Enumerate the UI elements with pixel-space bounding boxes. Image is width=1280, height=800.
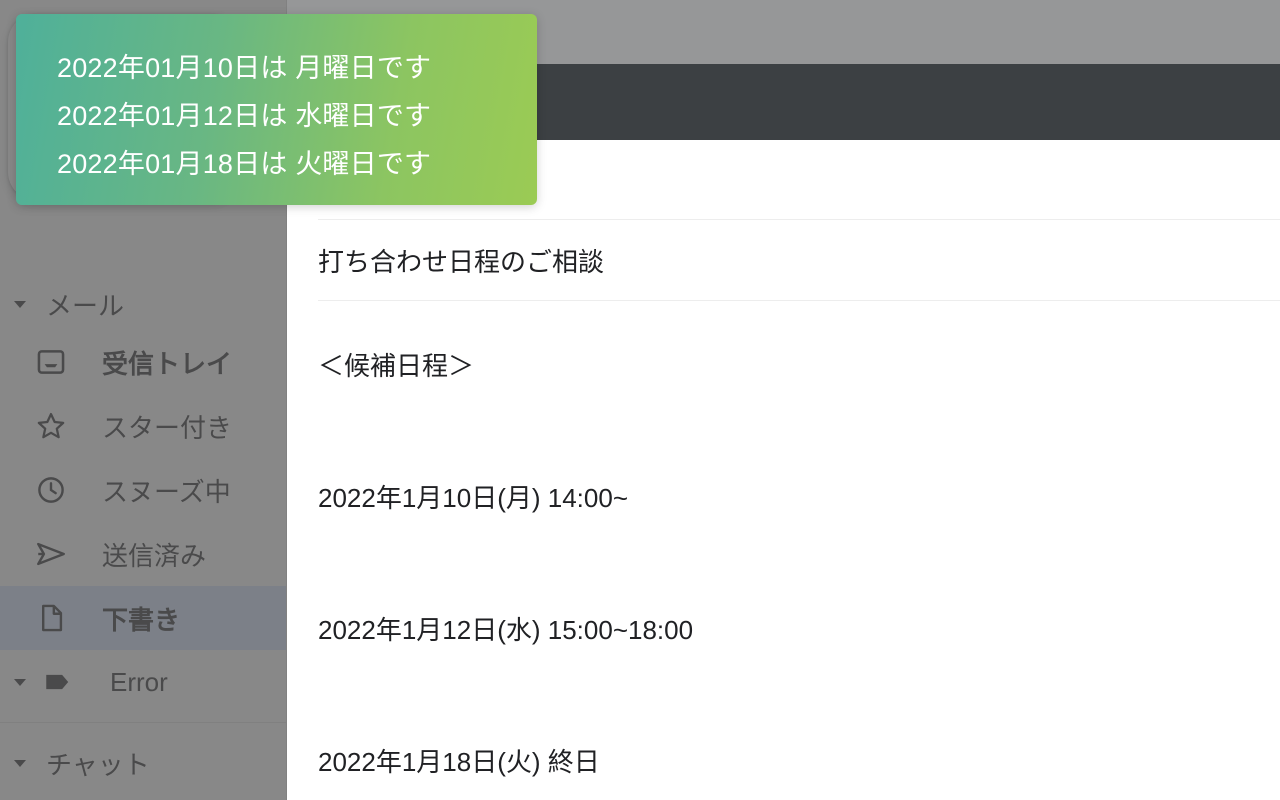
sidebar-item-label: 受信トレイ: [102, 348, 233, 379]
label-tag-icon: [42, 665, 76, 699]
overlay-line-3: 2022年01月18日は 火曜日です: [57, 149, 432, 179]
subject-value[interactable]: 打ち合わせ日程のご相談: [318, 242, 604, 279]
sidebar-item-label: 送信済み: [102, 540, 207, 571]
sidebar-item-label: スター付き: [102, 412, 233, 443]
overlay-line-1: 2022年01月10日は 月曜日です: [57, 53, 432, 83]
body-line-date-3: 2022年1月18日(火) 終日: [318, 747, 600, 777]
send-icon: [34, 537, 68, 571]
chat-section-label: チャット: [46, 749, 150, 780]
caret-down-icon[interactable]: [8, 670, 32, 694]
sidebar-item-label: スヌーズ中: [102, 476, 231, 507]
app-root: ました m 打ち合わせ日程のご相談 ＜候補日程＞ 2022年1月10日(月) 1…: [0, 0, 1280, 800]
sidebar-item-sent[interactable]: 送信済み: [0, 522, 286, 586]
body-gap: [318, 775, 1280, 800]
body-line-date-1: 2022年1月10日(月) 14:00~: [318, 483, 629, 513]
mail-section-header[interactable]: メール: [0, 278, 286, 330]
chat-section-header[interactable]: チャット: [0, 737, 286, 789]
sidebar-item-label: Error: [110, 666, 168, 697]
inbox-icon: [34, 345, 68, 379]
body-gap: [318, 511, 1280, 617]
body-gap: [318, 379, 1280, 485]
sidebar-item-label: 下書き: [102, 604, 181, 635]
sidebar-item-label-error[interactable]: Error: [0, 650, 286, 714]
caret-down-icon[interactable]: [8, 751, 32, 775]
subject-row[interactable]: 打ち合わせ日程のご相談: [288, 220, 1280, 300]
body-gap: [318, 643, 1280, 749]
mail-section-label: メール: [46, 290, 125, 321]
body-line-heading: ＜候補日程＞: [318, 351, 475, 381]
sidebar-item-snoozed[interactable]: スヌーズ中: [0, 458, 286, 522]
caret-down-icon[interactable]: [8, 292, 32, 316]
sidebar-divider: [0, 722, 286, 723]
sidebar-item-drafts[interactable]: 下書き: [0, 586, 286, 650]
script-output-overlay: 2022年01月10日は 月曜日です 2022年01月12日は 水曜日です 20…: [16, 14, 537, 205]
overlay-line-2: 2022年01月12日は 水曜日です: [57, 101, 432, 131]
draft-content: m 打ち合わせ日程のご相談 ＜候補日程＞ 2022年1月10日(月) 14:00…: [288, 140, 1280, 800]
mail-section: メール 受信トレイ スター付き スヌーズ中 送信済み 下書き Error チャッ…: [0, 278, 286, 789]
star-icon: [34, 409, 68, 443]
clock-icon: [34, 473, 68, 507]
sidebar-item-starred[interactable]: スター付き: [0, 394, 286, 458]
sidebar-item-inbox[interactable]: 受信トレイ: [0, 330, 286, 394]
message-body[interactable]: ＜候補日程＞ 2022年1月10日(月) 14:00~ 2022年1月12日(水…: [288, 301, 1280, 800]
document-icon: [34, 601, 68, 635]
body-line-date-2: 2022年1月12日(水) 15:00~18:00: [318, 615, 694, 645]
